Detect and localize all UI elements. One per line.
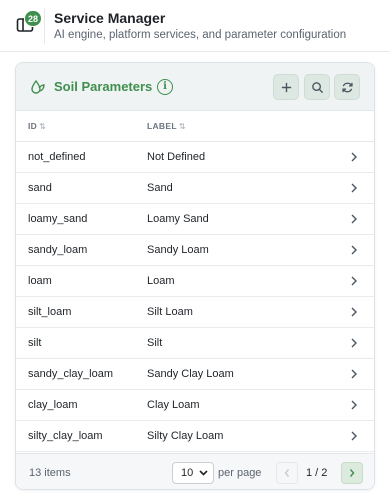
chevron-right-icon [349,469,355,477]
chevron-right-icon [351,338,357,348]
info-icon[interactable]: i [157,79,173,95]
previous-page-button[interactable] [276,462,298,484]
sort-icon: ⇅ [178,122,186,131]
search-icon [311,81,323,93]
cell-label: Silt Loam [147,306,193,318]
cell-label: Silt [147,337,163,349]
cell-id: silt [28,337,42,349]
column-header-label[interactable]: LABEL ⇅ [147,121,186,131]
chevron-right-icon [351,431,357,441]
table-row[interactable]: clay_loam Clay Loam [16,390,374,421]
chevron-right-icon [351,400,357,410]
table-row[interactable]: sandy_clay_loam Sandy Clay Loam [16,359,374,390]
table-row[interactable]: silty_clay_loam Silty Clay Loam [16,421,374,452]
per-page-label: per page [218,467,262,479]
page-title: Service Manager [54,10,166,26]
table-row[interactable]: sand Sand [16,173,374,204]
cell-label: Sandy Clay Loam [147,368,234,380]
table-body: not_defined Not Defined sand Sand loamy_sa… [16,142,374,452]
table-row[interactable]: silt Silt [16,328,374,359]
cell-id: loam [28,275,52,287]
cell-label: Silty Clay Loam [147,430,224,442]
cell-id: silt_loam [28,306,72,318]
chevron-right-icon [351,307,357,317]
cell-id: silty_clay_loam [28,430,103,442]
page-subtitle: AI engine, platform services, and parame… [54,29,347,41]
chevron-right-icon [351,214,357,224]
cell-id: sandy_loam [28,244,88,256]
column-header-id[interactable]: ID ⇅ [28,121,46,131]
cell-id: sandy_clay_loam [28,368,113,380]
chevron-right-icon [351,152,357,162]
cell-label: Loamy Sand [147,213,209,225]
cell-id: not_defined [28,151,86,163]
chevron-right-icon [351,276,357,286]
header-divider [44,8,45,44]
refresh-icon [341,82,353,92]
table-footer: 13 items 10 per page 1 / 2 [16,453,374,489]
add-button[interactable] [273,74,299,100]
table-row[interactable]: loamy_sand Loamy Sand [16,204,374,235]
cell-label: Loam [147,275,175,287]
cell-label: Not Defined [147,151,206,163]
table-row[interactable]: sandy_loam Sandy Loam [16,235,374,266]
card-title: Soil Parameters [54,79,153,94]
sort-icon: ⇅ [39,122,47,131]
table-row[interactable]: loam Loam [16,266,374,297]
refresh-button[interactable] [334,74,360,100]
item-count: 13 items [29,467,71,479]
cell-id: clay_loam [28,399,78,411]
chevron-right-icon [351,245,357,255]
search-button[interactable] [304,74,330,100]
add-icon [281,82,291,92]
chevron-down-icon [199,470,208,476]
card-header: Soil Parameters i [16,63,374,111]
chevron-right-icon [351,369,357,379]
page-size-select[interactable]: 10 [172,462,214,484]
next-page-button[interactable] [341,462,363,484]
cell-id: loamy_sand [28,213,88,225]
cell-label: Sand [147,182,173,194]
app-header: 28 Service Manager AI engine, platform s… [0,0,390,52]
leaf-drop-icon [31,79,45,94]
chevron-left-icon [284,469,290,477]
cell-label: Sandy Loam [147,244,209,256]
page-indicator: 1 / 2 [306,467,328,479]
cell-label: Clay Loam [147,399,200,411]
table-row[interactable]: not_defined Not Defined [16,142,374,173]
notification-badge: 28 [24,10,43,27]
chevron-right-icon [351,183,357,193]
soil-parameters-card: Soil Parameters i ID ⇅ LABEL ⇅ not_defined… [15,62,375,490]
table-row[interactable]: silt_loam Silt Loam [16,297,374,328]
cell-id: sand [28,182,52,194]
